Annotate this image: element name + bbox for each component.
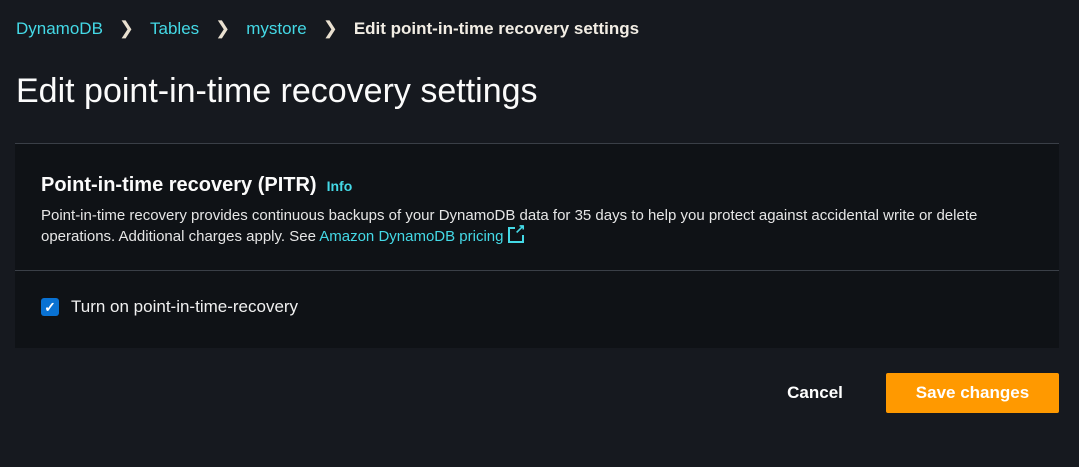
pricing-link-label: Amazon DynamoDB pricing — [319, 228, 504, 245]
breadcrumb-tables[interactable]: Tables — [150, 19, 199, 39]
panel-header: Point-in-time recovery (PITR) Info Point-… — [15, 144, 1059, 271]
breadcrumb-dynamodb[interactable]: DynamoDB — [16, 19, 103, 39]
cancel-button[interactable]: Cancel — [770, 373, 860, 413]
breadcrumb-current: Edit point-in-time recovery settings — [353, 18, 640, 38]
breadcrumb-mystore[interactable]: mystore — [246, 19, 306, 39]
page-title: Edit point-in-time recovery settings — [16, 72, 538, 110]
chevron-right-icon: ❯ — [215, 18, 231, 38]
external-link-icon — [507, 222, 526, 243]
pricing-link[interactable]: Amazon DynamoDB pricing — [319, 222, 526, 245]
panel-description: Point-in-time recovery provides continuo… — [41, 205, 1033, 247]
save-changes-button[interactable]: Save changes — [886, 373, 1059, 413]
pitr-checkbox[interactable]: ✓ — [41, 298, 59, 316]
panel-title: Point-in-time recovery (PITR) — [41, 174, 317, 196]
pitr-checkbox-row[interactable]: ✓ Turn on point-in-time-recovery — [15, 271, 1059, 343]
chevron-right-icon: ❯ — [322, 18, 338, 38]
info-link[interactable]: Info — [327, 178, 353, 194]
chevron-right-icon: ❯ — [118, 18, 135, 38]
checkbox-label: Turn on point-in-time-recovery — [71, 297, 299, 316]
breadcrumb: DynamoDB ❯ Tables ❯ mystore ❯ Edit point… — [16, 18, 639, 39]
pitr-panel: Point-in-time recovery (PITR) Info Point-… — [15, 143, 1059, 348]
